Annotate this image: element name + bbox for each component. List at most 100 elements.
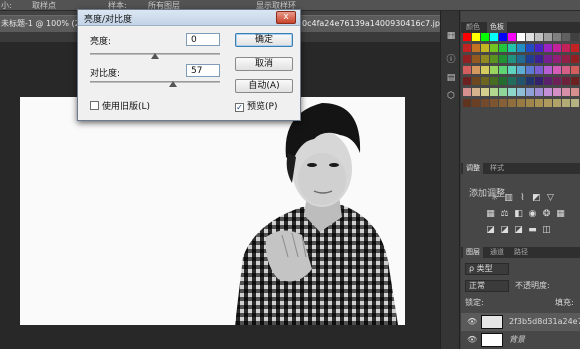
layer-name[interactable]: 背景 <box>509 334 525 346</box>
swatch[interactable] <box>526 44 534 52</box>
swatch[interactable] <box>544 77 552 85</box>
swatch[interactable] <box>526 66 534 74</box>
swatch[interactable] <box>571 66 579 74</box>
levels-icon[interactable]: ▥ <box>503 193 514 204</box>
tab-styles[interactable]: 样式 <box>487 163 507 174</box>
swatch[interactable] <box>508 88 516 96</box>
swatch[interactable] <box>481 33 489 41</box>
swatch[interactable] <box>490 44 498 52</box>
swatch[interactable] <box>481 66 489 74</box>
use-legacy-checkbox-box[interactable] <box>90 101 99 110</box>
use-legacy-checkbox[interactable]: 使用旧版(L) <box>90 99 150 112</box>
swatch[interactable] <box>526 99 534 107</box>
swatch[interactable] <box>499 44 507 52</box>
swatch[interactable] <box>508 33 516 41</box>
swatch[interactable] <box>562 77 570 85</box>
3d-cube-icon[interactable]: ⬡ <box>444 89 458 103</box>
tab-color[interactable]: 颜色 <box>463 22 483 33</box>
swatch[interactable] <box>481 77 489 85</box>
dialog-titlebar[interactable]: 亮度/对比度 x <box>78 10 300 26</box>
swatch[interactable] <box>481 88 489 96</box>
swatch[interactable] <box>571 99 579 107</box>
swatch[interactable] <box>553 99 561 107</box>
selective-color-icon[interactable]: ◫ <box>541 225 552 236</box>
swatch[interactable] <box>499 66 507 74</box>
swatch[interactable] <box>472 44 480 52</box>
blend-mode-select[interactable]: 正常 <box>465 280 509 292</box>
tab-layers[interactable]: 图层 <box>463 247 483 258</box>
swatch[interactable] <box>472 66 480 74</box>
swatch[interactable] <box>463 77 471 85</box>
swatch[interactable] <box>499 55 507 63</box>
swatch[interactable] <box>562 33 570 41</box>
threshold-icon[interactable]: ◪ <box>513 225 524 236</box>
contrast-input[interactable] <box>186 64 220 77</box>
info-icon[interactable]: ⓘ <box>444 53 458 67</box>
tab-channels[interactable]: 通道 <box>487 247 507 258</box>
swatch[interactable] <box>553 77 561 85</box>
swatch[interactable] <box>490 66 498 74</box>
swatch[interactable] <box>544 66 552 74</box>
swatch[interactable] <box>517 77 525 85</box>
swatch[interactable] <box>571 55 579 63</box>
history-icon[interactable]: ▦ <box>444 29 458 43</box>
swatch[interactable] <box>490 99 498 107</box>
swatch[interactable] <box>508 99 516 107</box>
curves-icon[interactable]: ⌇ <box>517 193 528 204</box>
swatch[interactable] <box>508 44 516 52</box>
auto-button[interactable]: 自动(A) <box>235 79 293 93</box>
swatch[interactable] <box>544 44 552 52</box>
swatch[interactable] <box>535 99 543 107</box>
visibility-eye-icon[interactable]: 👁 <box>467 316 477 328</box>
swatch[interactable] <box>499 88 507 96</box>
swatch[interactable] <box>517 66 525 74</box>
swatch[interactable] <box>562 88 570 96</box>
swatch[interactable] <box>544 33 552 41</box>
tab-swatches[interactable]: 色板 <box>487 22 507 33</box>
tab-adjustments[interactable]: 调整 <box>463 163 483 174</box>
black-white-icon[interactable]: ◧ <box>513 209 524 220</box>
swatch[interactable] <box>535 55 543 63</box>
swatch[interactable] <box>472 55 480 63</box>
swatch[interactable] <box>463 99 471 107</box>
swatch[interactable] <box>517 99 525 107</box>
color-lookup-icon[interactable]: ▦ <box>555 209 566 220</box>
swatch[interactable] <box>490 88 498 96</box>
posterize-icon[interactable]: ◪ <box>499 225 510 236</box>
swatch[interactable] <box>490 55 498 63</box>
swatch[interactable] <box>553 44 561 52</box>
swatch[interactable] <box>508 55 516 63</box>
tab-paths[interactable]: 路径 <box>511 247 531 258</box>
swatch[interactable] <box>571 33 579 41</box>
brightness-input[interactable] <box>186 33 220 46</box>
layer-name[interactable]: 2f3b5d8d31a24e761 <box>509 316 580 328</box>
hue-saturation-icon[interactable]: ▦ <box>485 209 496 220</box>
swatch[interactable] <box>562 44 570 52</box>
swatch[interactable] <box>544 55 552 63</box>
swatch[interactable] <box>526 33 534 41</box>
sample-point-select[interactable]: 取样点 <box>32 0 56 11</box>
swatch[interactable] <box>562 55 570 63</box>
swatch[interactable] <box>553 88 561 96</box>
swatch[interactable] <box>472 33 480 41</box>
swatch[interactable] <box>463 88 471 96</box>
gradient-map-icon[interactable]: ▬ <box>527 225 538 236</box>
swatch[interactable] <box>517 44 525 52</box>
swatch[interactable] <box>535 44 543 52</box>
swatch[interactable] <box>553 33 561 41</box>
exposure-icon[interactable]: ◩ <box>531 193 542 204</box>
swatch[interactable] <box>544 99 552 107</box>
contrast-slider-thumb[interactable] <box>169 81 178 87</box>
swatch[interactable] <box>553 66 561 74</box>
layer-filter-select[interactable]: ρ 类型 <box>465 263 509 275</box>
swatch[interactable] <box>463 33 471 41</box>
swatch[interactable] <box>499 99 507 107</box>
ok-button[interactable]: 确定 <box>235 33 293 47</box>
preview-checkbox[interactable]: ✓ 预览(P) <box>235 99 277 112</box>
image-canvas[interactable] <box>20 97 405 325</box>
swatch[interactable] <box>526 55 534 63</box>
swatch[interactable] <box>544 88 552 96</box>
swatch[interactable] <box>517 88 525 96</box>
swatch[interactable] <box>535 77 543 85</box>
brightness-icon[interactable]: ☼ <box>489 193 500 204</box>
